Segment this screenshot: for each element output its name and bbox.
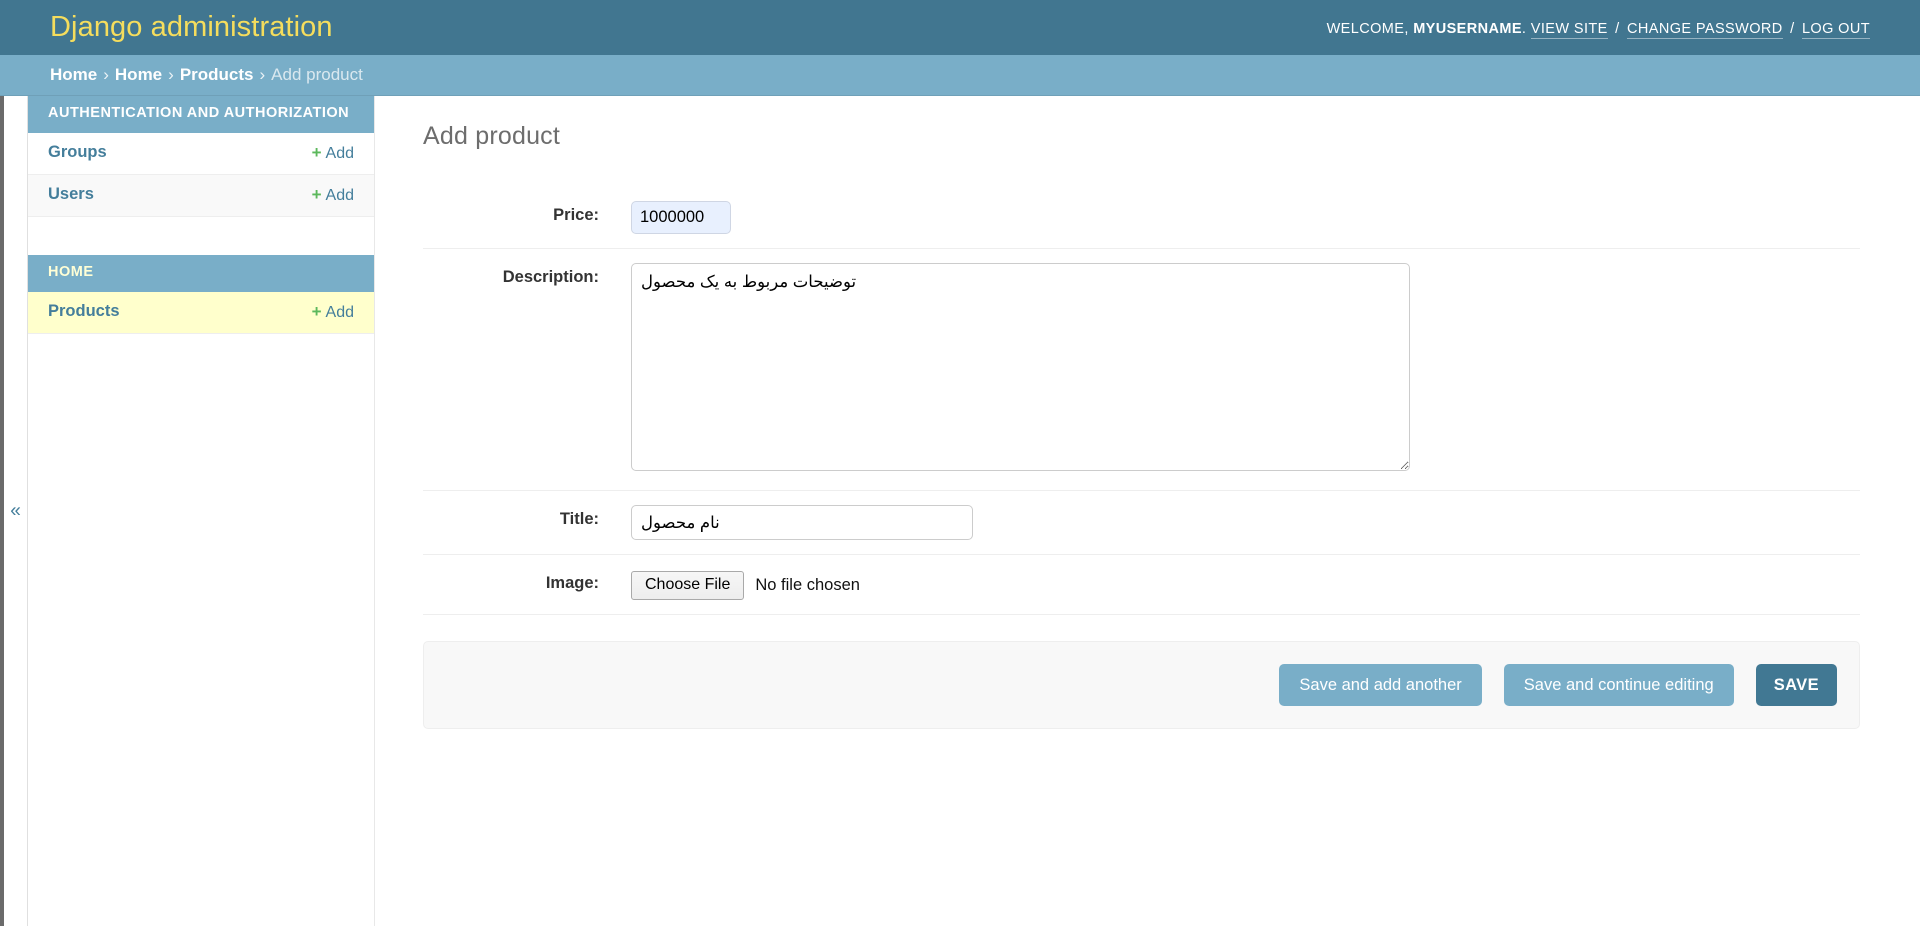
form-row-image: Image: Choose File No file chosen [423,555,1860,615]
user-tools-separator-2: / [1790,21,1795,37]
breadcrumb-separator-3: › [259,65,266,84]
description-field-box [631,263,1860,476]
choose-file-button[interactable]: Choose File [631,571,745,600]
sidebar-item-groups-label[interactable]: Groups [48,143,107,162]
image-field-box: Choose File No file chosen [631,569,1860,600]
breadcrumb-item-home-2[interactable]: Home [115,65,162,85]
content-area: Add product Price: Description: Title: [375,96,1920,926]
app-caption-auth[interactable]: AUTHENTICATION AND AUTHORIZATION [28,96,374,133]
image-label: Image: [545,574,599,592]
site-title[interactable]: Django administration [50,13,333,42]
username-period: . [1521,21,1527,37]
add-products-link[interactable]: + Add [312,302,354,322]
title-label: Title: [559,510,599,528]
app-module-auth: AUTHENTICATION AND AUTHORIZATION Groups … [28,96,374,217]
sidebar-toggle-button[interactable]: « [0,96,28,926]
sidebar-item-users-label[interactable]: Users [48,185,94,204]
add-groups-link[interactable]: + Add [312,143,354,163]
welcome-text: WELCOME, [1326,21,1409,37]
page-title: Add product [423,122,561,150]
submit-row: Save and add another Save and continue e… [423,641,1860,730]
add-users-link[interactable]: + Add [312,185,354,205]
add-products-label: Add [325,303,354,321]
price-label: Price: [553,206,599,224]
add-groups-label: Add [325,144,354,162]
sidebar-item-products[interactable]: Products + Add [28,291,374,334]
breadcrumb-item-add-product: Add product [271,65,363,84]
main-container: « AUTHENTICATION AND AUTHORIZATION Group… [0,96,1920,926]
user-tools-separator-1: / [1615,21,1620,37]
form-row-price: Price: [423,187,1860,249]
branding: Django administration [50,13,333,42]
breadcrumb-separator-1: › [103,65,109,84]
title-field-box [631,505,1860,540]
product-form: Price: Description: Title: [423,187,1860,730]
plus-icon: + [311,184,322,204]
site-header: Django administration WELCOME, MYUSERNAM… [0,0,1920,55]
change-password-link[interactable]: CHANGE PASSWORD [1627,21,1783,39]
breadcrumb-separator-2: › [168,65,174,84]
add-users-label: Add [325,186,354,204]
title-input[interactable] [631,505,973,540]
description-label: Description: [502,268,599,286]
price-input[interactable] [631,201,731,234]
product-fieldset: Price: Description: Title: [423,187,1860,615]
username-label: MYUSERNAME [1413,21,1522,37]
log-out-link[interactable]: LOG OUT [1801,21,1870,39]
sidebar-item-users[interactable]: Users + Add [28,174,374,217]
price-field-box [631,201,1860,234]
breadcrumb: Home › Home › Products › Add product [0,55,1920,96]
app-module-home: HOME Products + Add [28,254,374,334]
plus-icon: + [311,142,322,162]
sidebar-item-groups[interactable]: Groups + Add [28,132,374,175]
sidebar-item-products-label[interactable]: Products [48,302,120,321]
breadcrumb-item-home-1[interactable]: Home [50,65,97,85]
nav-sidebar: AUTHENTICATION AND AUTHORIZATION Groups … [28,96,375,926]
save-and-add-another-button[interactable]: Save and add another [1279,664,1482,707]
file-input-widget[interactable]: Choose File No file chosen [631,569,1860,600]
view-site-link[interactable]: VIEW SITE [1530,21,1608,39]
user-tools: WELCOME, MYUSERNAME. VIEW SITE / CHANGE … [1326,18,1870,39]
save-button[interactable]: SAVE [1755,664,1837,707]
sidebar-app-spacer [28,216,374,255]
chevron-double-left-icon: « [10,500,21,522]
description-textarea[interactable] [631,263,1410,471]
form-row-title: Title: [423,491,1860,555]
app-caption-home[interactable]: HOME [28,254,374,292]
file-status-text: No file chosen [755,576,860,594]
save-and-continue-button[interactable]: Save and continue editing [1503,664,1734,707]
plus-icon: + [311,301,322,321]
breadcrumb-item-products[interactable]: Products [180,65,254,85]
form-row-description: Description: [423,249,1860,491]
